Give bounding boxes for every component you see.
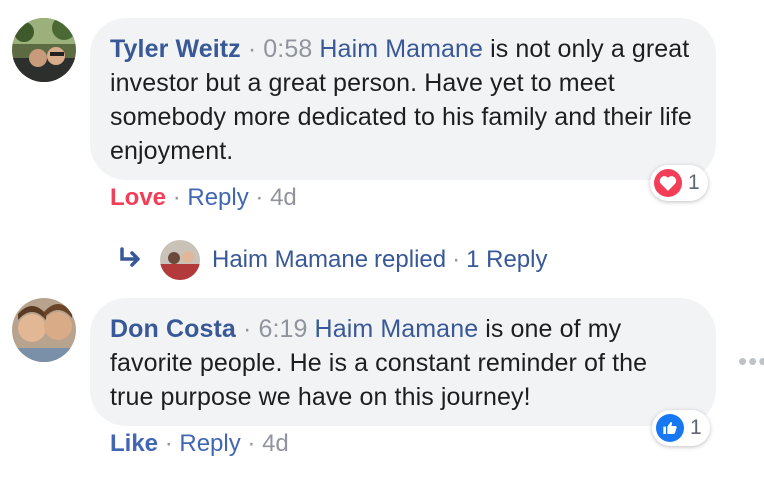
separator: ·: [247, 35, 257, 63]
like-reaction-label[interactable]: Like: [110, 430, 158, 457]
view-replies-link[interactable]: Haim Mamane replied · 1 Reply: [118, 240, 547, 280]
comment-actions: Like · Reply · 4d: [110, 430, 289, 458]
separator: ·: [164, 430, 173, 457]
replier-avatar: [160, 240, 200, 280]
reply-arrow-icon: [118, 246, 146, 274]
comment-author[interactable]: Don Costa: [110, 315, 236, 343]
heart-icon: [654, 169, 682, 197]
separator: ·: [452, 246, 461, 273]
comment-actions: Love · Reply · 4d: [110, 184, 297, 212]
reaction-count-badge[interactable]: 1: [650, 165, 708, 201]
comment-bubble: Don Costa · 6:19 Haim Mamane is one of m…: [90, 298, 716, 426]
avatar-don-costa[interactable]: [12, 298, 76, 362]
thumbs-up-icon: [656, 414, 684, 442]
reaction-count: 1: [688, 171, 700, 194]
replier-name[interactable]: Haim Mamane: [212, 246, 368, 274]
reply-count-label[interactable]: 1 Reply: [466, 246, 547, 274]
avatar-tyler-weitz[interactable]: [12, 18, 76, 82]
separator: ·: [172, 184, 181, 211]
comment-timestamp[interactable]: 0:58: [263, 35, 312, 63]
mention-link[interactable]: Haim Mamane: [315, 315, 479, 343]
separator: ·: [242, 315, 252, 343]
comment-bubble: Tyler Weitz · 0:58 Haim Mamane is not on…: [90, 18, 716, 180]
reaction-count: 1: [690, 416, 702, 439]
mention-link[interactable]: Haim Mamane: [319, 35, 483, 63]
love-reaction-label[interactable]: Love: [110, 184, 166, 211]
separator: ·: [255, 184, 264, 211]
more-options-icon[interactable]: •••: [738, 346, 764, 377]
replied-label: replied: [374, 246, 447, 273]
comment-age[interactable]: 4d: [262, 430, 289, 457]
reply-button[interactable]: Reply: [179, 430, 240, 457]
reaction-count-badge[interactable]: 1: [652, 410, 710, 446]
comment-author[interactable]: Tyler Weitz: [110, 35, 241, 63]
separator: ·: [247, 430, 256, 457]
comment-age[interactable]: 4d: [270, 184, 297, 211]
reply-button[interactable]: Reply: [187, 184, 248, 211]
comment-timestamp[interactable]: 6:19: [258, 315, 307, 343]
